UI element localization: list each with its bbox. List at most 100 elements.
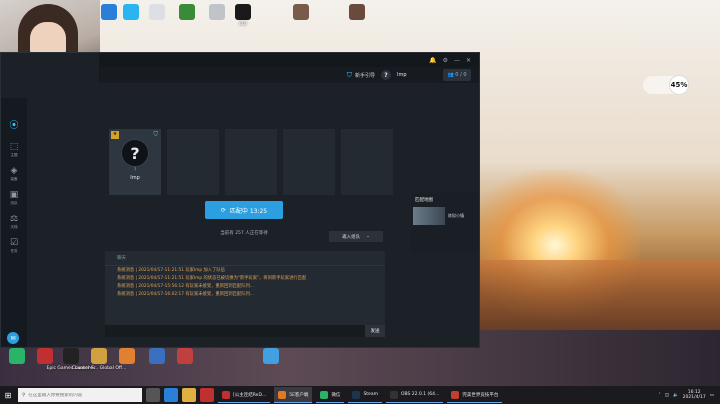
- chat-message: 系统消息 | 2021/04/17-11:21:51 玩家Imp 加入了队伍: [117, 268, 225, 273]
- app-icon: [91, 348, 107, 364]
- sidebar-icon: ☑: [9, 238, 19, 248]
- desktop-shortcut[interactable]: Counter-S... Global Off...: [72, 348, 126, 371]
- taskbar-app[interactable]: [公主连结ReD...: [218, 387, 271, 403]
- shield-icon: ⛉: [153, 131, 158, 138]
- desktop-shortcut[interactable]: [32, 348, 58, 366]
- chat-input[interactable]: [105, 325, 385, 337]
- desktop-shortcut[interactable]: [4, 348, 30, 366]
- taskbar-app-label: [公主连结ReD...: [233, 392, 267, 398]
- send-button[interactable]: 发送: [365, 325, 385, 337]
- taskbar-app-label: 完美世界竞技平台: [462, 392, 499, 398]
- bell-icon[interactable]: 🔔: [429, 57, 436, 64]
- desktop-shortcut[interactable]: EDI: [230, 4, 256, 27]
- minimize-icon[interactable]: —: [454, 57, 460, 64]
- app-icon: [123, 4, 139, 20]
- chat-header: 聊天: [105, 251, 385, 266]
- chat-panel: 聊天 系统消息 | 2021/04/17-11:21:51 玩家Imp 加入了队…: [105, 251, 385, 325]
- taskbar-app[interactable]: 微信: [316, 387, 345, 403]
- player-slot-empty[interactable]: [225, 129, 277, 195]
- newbie-guide-button[interactable]: ⛉ 新手引导: [347, 71, 375, 80]
- browser-icon[interactable]: [164, 388, 178, 402]
- taskbar-app[interactable]: Steam: [348, 387, 382, 403]
- player-slots: ★ ⛉ ? ? Imp: [109, 129, 393, 195]
- support-icon[interactable]: ✉: [7, 332, 19, 344]
- chevron-up-icon[interactable]: ˄: [659, 393, 661, 398]
- settings-icon[interactable]: ⚙: [443, 57, 448, 64]
- desktop-shortcut[interactable]: [258, 348, 284, 366]
- map-name: 炼狱小镇: [448, 213, 464, 218]
- taskbar-search[interactable]: ⚲: [18, 388, 142, 402]
- task-view-icon[interactable]: [146, 388, 160, 402]
- invite-team-dropdown[interactable]: 邀入组队 ⌄: [329, 231, 383, 242]
- app-icon: [9, 348, 25, 364]
- matching-label: 匹配中 13:25: [229, 207, 268, 215]
- newbie-guide-label: 新手引导: [354, 72, 375, 79]
- app-icon: [179, 4, 195, 20]
- sidebar-item[interactable]: ◈ 装备: [1, 166, 27, 182]
- sidebar-item[interactable]: ▣ 战队: [1, 190, 27, 206]
- map-item[interactable]: 炼狱小镇: [411, 207, 479, 225]
- chat-message: 系统消息 | 2021/04/17-16:02:17 有玩家未接受，重新回到匹配…: [117, 292, 254, 297]
- chevron-down-icon: ⌄: [366, 234, 370, 239]
- desktop-shortcut[interactable]: [288, 4, 314, 22]
- desktop-shortcut[interactable]: [344, 4, 370, 22]
- taskbar-app[interactable]: OBS 22.0.1 (64...: [385, 387, 444, 403]
- player-rank: ?: [133, 167, 137, 172]
- close-icon[interactable]: ✕: [466, 57, 471, 64]
- search-input[interactable]: [28, 392, 129, 398]
- username-label[interactable]: Imp: [397, 72, 437, 78]
- sidebar-icon: ⬚: [9, 142, 19, 152]
- matching-button[interactable]: ⟳ 匹配中 13:25: [205, 201, 283, 219]
- app-icon: [63, 348, 79, 364]
- sidebar-icon: ⚖: [9, 214, 19, 224]
- player-avatar: ?: [121, 139, 149, 167]
- desktop-shortcut[interactable]: [204, 4, 230, 22]
- desktop-shortcut[interactable]: [144, 4, 170, 22]
- network-icon[interactable]: ◫: [665, 393, 669, 398]
- queue-status: 当前有 257 人正在等待: [220, 231, 268, 236]
- sidebar-icon: ▣: [9, 190, 19, 200]
- app-icon: [320, 390, 329, 399]
- party-count-button[interactable]: 👥 0 / 0: [443, 69, 471, 81]
- taskbar-app[interactable]: 完美世界竞技平台: [447, 387, 503, 403]
- game-client-window: 🔔 ⚙ — ✕ ⛉ 新手引导 ? Imp 👥 0 / 0 ⦿ ⬚ 主题 ◈ 装备 ▣ 战队 ⚖…: [0, 52, 480, 348]
- notification-icon[interactable]: ▭: [710, 393, 714, 398]
- taskbar-app[interactable]: 5E客户端: [274, 387, 313, 403]
- desktop-shortcut[interactable]: [144, 348, 170, 366]
- sidebar-item[interactable]: ⚖ 天梯: [1, 214, 27, 230]
- player-slot-self[interactable]: ★ ⛉ ? ? Imp: [109, 129, 161, 195]
- player-slot-empty[interactable]: [341, 129, 393, 195]
- taskbar-app-label: Steam: [363, 392, 378, 397]
- windows-start-icon[interactable]: ⊞: [0, 386, 16, 404]
- sidebar-item-label: 任务: [10, 249, 18, 253]
- desktop-shortcut[interactable]: [174, 4, 200, 22]
- sidebar-item-label: 战队: [10, 201, 18, 205]
- chat-messages: 系统消息 | 2021/04/17-11:21:51 玩家Imp 加入了队伍系统…: [105, 266, 385, 298]
- desktop-shortcut[interactable]: [172, 348, 198, 366]
- battery-percent: 45%: [669, 75, 689, 95]
- help-button[interactable]: ?: [381, 70, 391, 80]
- system-widget[interactable]: 45%: [643, 75, 689, 95]
- app-icon: [451, 390, 460, 399]
- sidebar-item-label: 天梯: [10, 225, 18, 229]
- sidebar-item[interactable]: ⦿: [1, 118, 27, 132]
- volume-icon[interactable]: 🔈: [673, 393, 679, 398]
- taskbar-app-label: 5E客户端: [289, 392, 309, 398]
- system-tray: ˄ ◫ 🔈 16:12 2021/4/17 ▭: [659, 390, 720, 401]
- clock[interactable]: 16:12 2021/4/17: [683, 390, 706, 401]
- app-icon: [177, 348, 193, 364]
- party-icon: 👥: [447, 72, 456, 78]
- clock-date: 2021/4/17: [682, 395, 706, 400]
- desktop-shortcut[interactable]: [118, 4, 144, 22]
- app-icon: [235, 4, 251, 20]
- player-slot-empty[interactable]: [167, 129, 219, 195]
- desktop-shortcut[interactable]: [114, 348, 140, 366]
- search-icon: ⚲: [22, 392, 26, 398]
- spinner-icon: ⟳: [220, 206, 226, 214]
- player-slot-empty[interactable]: [283, 129, 335, 195]
- folder-icon[interactable]: [182, 388, 196, 402]
- sidebar-item[interactable]: ☑ 任务: [1, 238, 27, 254]
- sidebar-item[interactable]: ⬚ 主题: [1, 142, 27, 158]
- app-red-icon[interactable]: [200, 388, 214, 402]
- match-map-panel: 匹配地图 炼狱小镇: [411, 193, 479, 253]
